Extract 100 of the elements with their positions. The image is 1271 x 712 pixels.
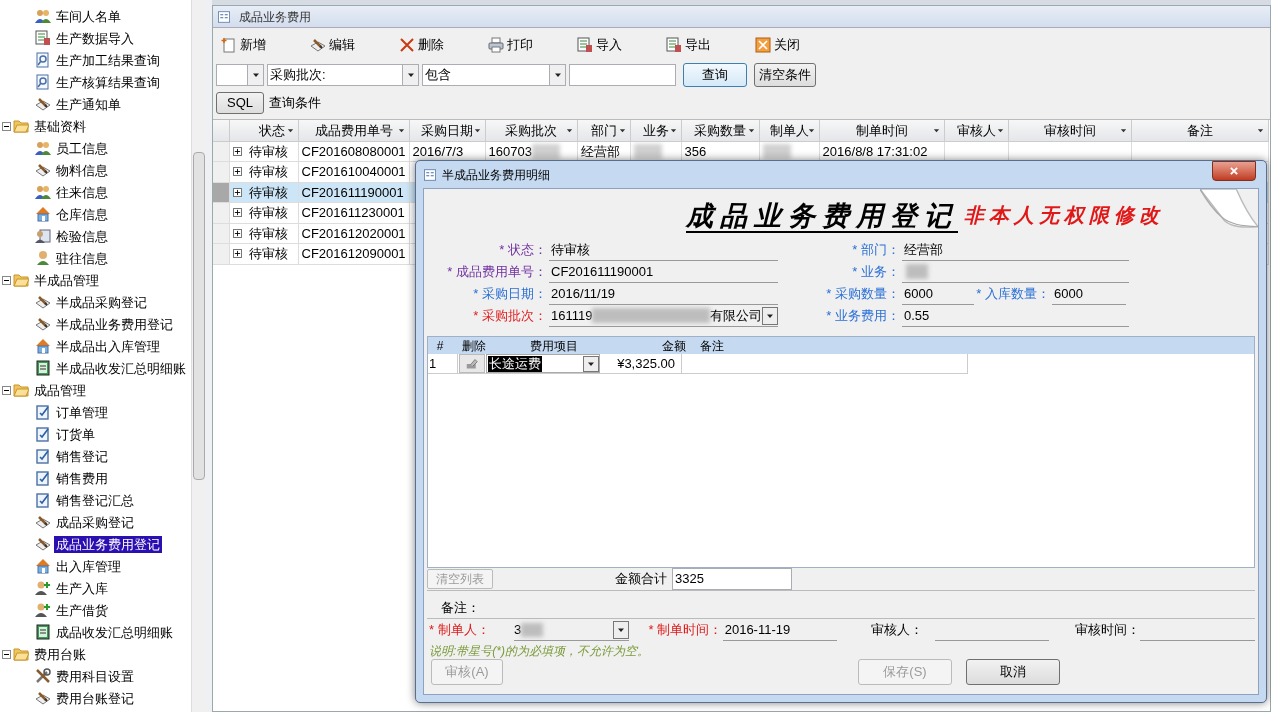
column-header[interactable]: 备注 — [696, 336, 756, 355]
column-header[interactable]: 删除 — [452, 336, 496, 355]
tree-item[interactable]: 费用科目设置 — [54, 667, 136, 685]
total-field[interactable]: 3325 — [672, 568, 792, 590]
column-header[interactable]: # — [428, 336, 452, 355]
tree-item[interactable]: 员工信息 — [54, 139, 110, 157]
column-header[interactable]: 采购批次 — [485, 120, 577, 141]
tree-item[interactable]: 生产数据导入 — [54, 29, 136, 47]
tree-item[interactable]: 物料信息 — [54, 161, 110, 179]
field-value[interactable]: 经营部 — [902, 239, 1129, 261]
tree-item[interactable]: 半成品管理 — [32, 271, 101, 289]
scrollbar[interactable] — [191, 0, 206, 712]
collapse-icon[interactable] — [2, 649, 11, 659]
column-header[interactable]: 采购数量 — [681, 120, 759, 141]
column-header[interactable]: 状态 — [246, 120, 298, 141]
column-header[interactable]: 制单时间 — [819, 120, 944, 141]
value-input[interactable] — [569, 64, 676, 86]
field-value[interactable]: 2016/11/19 — [549, 283, 778, 305]
column-header[interactable]: 采购日期 — [409, 120, 485, 141]
toolbar-button[interactable]: 导出 — [664, 32, 713, 58]
field-label: * 入库数量： — [975, 285, 1050, 304]
time-field[interactable]: 2016-11-19 — [722, 619, 838, 641]
tree-item[interactable]: 车间人名单 — [54, 7, 123, 25]
delete-icon — [399, 37, 415, 53]
column-header[interactable]: 金额 — [612, 336, 696, 355]
table-cell-text: CF201611230001 — [301, 204, 405, 222]
table-cell-text: 待审核 — [249, 245, 288, 263]
tree-item[interactable]: 生产借货 — [54, 601, 110, 619]
tree-item[interactable]: 成品收发汇总明细账 — [54, 623, 175, 641]
table-cell-text: 待审核 — [249, 204, 288, 222]
table-row[interactable]: 待审核 CF201608080001 2016/7/3 160703 经营部 356 2016/8/8 17:31:02 — [213, 141, 1269, 162]
column-header[interactable]: 备注 — [1131, 120, 1268, 141]
toolbar-button[interactable]: 删除 — [397, 32, 446, 58]
column-header[interactable]: 部门 — [577, 120, 630, 141]
tree-item[interactable]: 费用台账 — [32, 645, 88, 663]
toolbar-button[interactable]: 编辑 — [308, 32, 357, 58]
tree-item[interactable]: 费用台账登记 — [54, 689, 136, 707]
expand-icon[interactable] — [233, 187, 243, 197]
column-header[interactable]: 成品费用单号 — [298, 120, 409, 141]
operator-dropdown[interactable]: 包含 — [422, 64, 566, 86]
tree-item[interactable]: 检验信息 — [54, 227, 110, 245]
tree-item[interactable]: 生产加工结果查询 — [54, 51, 162, 69]
field-value[interactable] — [902, 261, 1129, 283]
expand-icon[interactable] — [233, 208, 243, 218]
tree-item[interactable]: 半成品出入库管理 — [54, 337, 162, 355]
tree-item[interactable]: 订货单 — [54, 425, 97, 443]
field-value[interactable]: 待审核 — [549, 239, 778, 261]
expand-icon[interactable] — [233, 228, 243, 238]
field-value[interactable]: 6000 — [902, 283, 974, 305]
field-value[interactable]: 0.55 — [902, 305, 1129, 327]
collapse-icon[interactable] — [2, 121, 11, 131]
maker-dropdown[interactable]: 3 — [513, 619, 629, 641]
query-button[interactable]: 查询 — [683, 63, 747, 87]
tree-item[interactable]: 成品管理 — [32, 381, 88, 399]
tree-item[interactable]: 订单管理 — [54, 403, 110, 421]
dialog-button[interactable]: 取消 — [966, 659, 1060, 685]
tree-item[interactable]: 成品业务费用登记 — [54, 535, 162, 553]
tree-item[interactable]: 仓库信息 — [54, 205, 110, 223]
close-button[interactable] — [1212, 161, 1256, 181]
field-dropdown[interactable]: 采购批次: — [267, 64, 419, 86]
column-header[interactable]: 业务 — [630, 120, 681, 141]
toolbar-button[interactable]: 导入 — [575, 32, 624, 58]
person-add-icon — [35, 602, 51, 618]
expand-icon[interactable] — [233, 249, 243, 259]
tree-item[interactable]: 销售登记 — [54, 447, 110, 465]
tree-item[interactable]: 生产通知单 — [54, 95, 123, 113]
tree-item[interactable]: 销售登记汇总 — [54, 491, 136, 509]
scrollbar-thumb[interactable] — [193, 152, 205, 480]
tree-item[interactable]: 驻往信息 — [54, 249, 110, 267]
review-time-label: 审核时间： — [1075, 621, 1141, 640]
pen-document-icon — [310, 37, 326, 53]
collapse-icon[interactable] — [2, 385, 11, 395]
tree-item[interactable]: 销售费用 — [54, 469, 110, 487]
clear-button[interactable]: 清空条件 — [754, 63, 816, 87]
toolbar-button[interactable]: 打印 — [486, 32, 535, 58]
toolbar-button[interactable]: 新增 — [219, 32, 268, 58]
field-value[interactable]: 161119 有限公司 — [549, 305, 778, 327]
dropdown-button[interactable] — [762, 306, 778, 325]
tree-item[interactable]: 半成品业务费用登记 — [54, 315, 175, 333]
column-header[interactable]: 审核人 — [944, 120, 1008, 141]
toolbar-button[interactable]: 关闭 — [753, 32, 802, 58]
tree-item[interactable]: 出入库管理 — [54, 557, 123, 575]
tree-item[interactable]: 生产入库 — [54, 579, 110, 597]
collapse-icon[interactable] — [2, 275, 11, 285]
expand-icon[interactable] — [233, 167, 243, 177]
item-dropdown[interactable]: 长途运费 — [486, 354, 600, 373]
tree-item[interactable]: 半成品采购登记 — [54, 293, 149, 311]
column-header[interactable]: 审核时间 — [1008, 120, 1131, 141]
tree-item[interactable]: 生产核算结果查询 — [54, 73, 162, 91]
tree-item[interactable]: 半成品收发汇总明细账 — [54, 359, 188, 377]
column-header[interactable]: 费用项目 — [496, 336, 612, 355]
column-header[interactable]: 制单人 — [759, 120, 819, 141]
tree-item[interactable]: 基础资料 — [32, 117, 88, 135]
field-label: * 状态： — [498, 241, 547, 260]
tree-item[interactable]: 成品采购登记 — [54, 513, 136, 531]
expand-icon[interactable] — [233, 146, 243, 156]
field-value[interactable]: CF201611190001 — [549, 261, 778, 283]
tree-item[interactable]: 往来信息 — [54, 183, 110, 201]
field-value[interactable]: 6000 — [1052, 283, 1126, 305]
sql-button[interactable]: SQL — [216, 92, 264, 114]
